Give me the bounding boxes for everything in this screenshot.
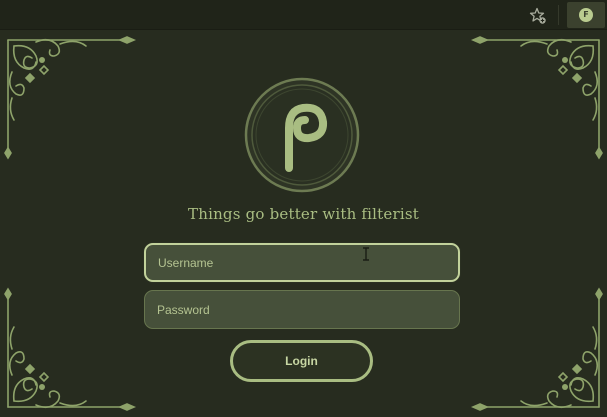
filterist-icon: F xyxy=(579,8,593,22)
browser-window: F Things go better with filterist Userna… xyxy=(0,0,607,417)
bookmark-button[interactable] xyxy=(528,6,548,26)
login-button[interactable]: Login xyxy=(230,340,373,382)
ornament-corner-bottom-right xyxy=(470,287,603,411)
browser-toolbar: F xyxy=(0,0,607,30)
extension-letter: F xyxy=(583,10,589,19)
filterist-logo-icon xyxy=(244,77,360,193)
filterist-popup: Things go better with filterist Login xyxy=(0,30,607,417)
star-add-icon xyxy=(529,7,546,24)
ornament-corner-top-left xyxy=(4,36,137,160)
password-input[interactable] xyxy=(144,290,460,329)
text-cursor-icon xyxy=(363,247,369,261)
username-input[interactable] xyxy=(144,243,460,282)
extension-button[interactable]: F xyxy=(567,2,605,28)
ornament-corner-bottom-left xyxy=(4,287,137,411)
ornament-corner-top-right xyxy=(470,36,603,160)
toolbar-separator xyxy=(558,5,559,25)
tagline: Things go better with filterist xyxy=(188,205,419,223)
